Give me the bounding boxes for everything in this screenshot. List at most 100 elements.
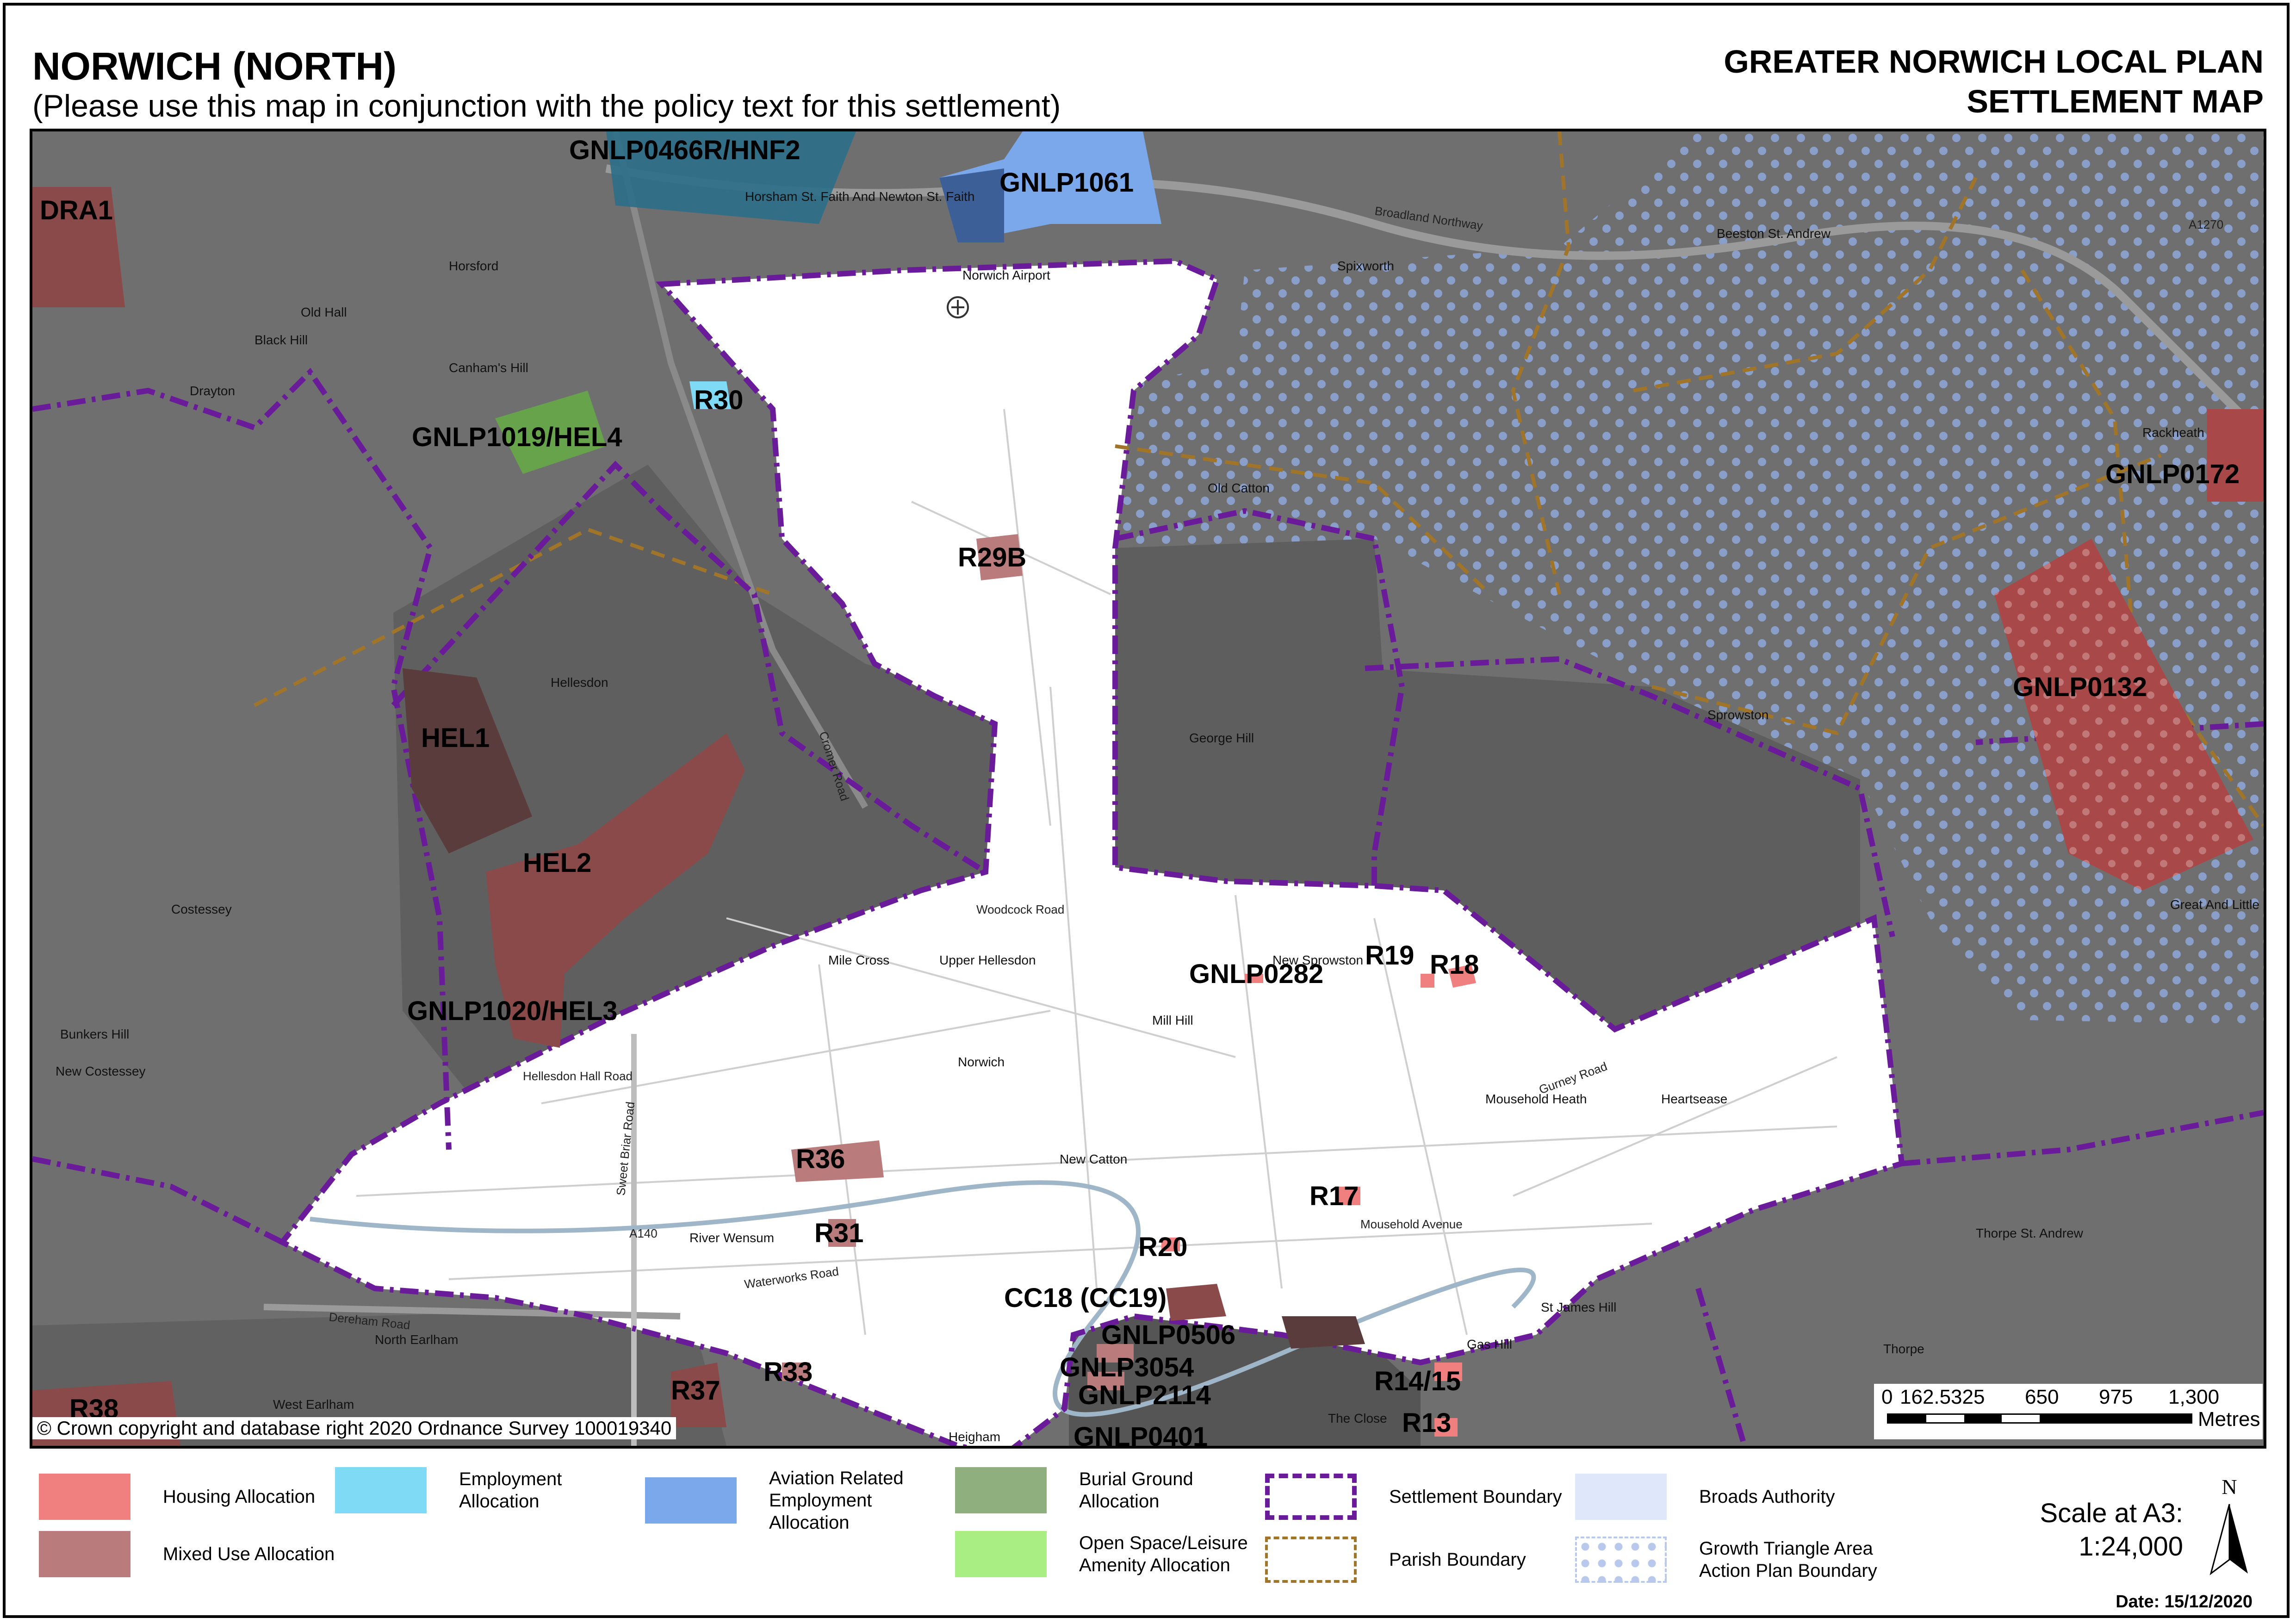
legend-swatch	[335, 1467, 427, 1513]
place-sprowston: Sprowston	[1707, 708, 1769, 722]
place-thorpe-st-andrew: Thorpe St. Andrew	[1976, 1226, 2084, 1240]
map-svg: GNLP0466R/HNF2 GNLP1061 DRA1 R30 GNLP101…	[32, 131, 2264, 1446]
label-gnlp0132: GNLP0132	[2013, 672, 2147, 702]
site-gnlp0506	[1282, 1316, 1365, 1349]
place-spixworth: Spixworth	[1337, 259, 1394, 273]
label-gnlp3054: GNLP3054	[1060, 1352, 1194, 1382]
road-hellesdon-hall-road: Hellesdon Hall Road	[523, 1069, 633, 1083]
place-heartsease: Heartsease	[1661, 1092, 1727, 1106]
legend-swatch	[1575, 1474, 1667, 1520]
legend-label: Mixed Use Allocation	[163, 1544, 335, 1564]
label-gnlp0506: GNLP0506	[1101, 1320, 1235, 1350]
label-gnlp1020: GNLP1020/HEL3	[407, 996, 618, 1026]
road-a140: A140	[629, 1226, 658, 1240]
north-letter: N	[2222, 1475, 2237, 1499]
place-old-hall: Old Hall	[301, 305, 347, 319]
place-canhams-hill: Canham's Hill	[449, 361, 528, 375]
map-canvas[interactable]: GNLP0466R/HNF2 GNLP1061 DRA1 R30 GNLP101…	[30, 129, 2266, 1449]
place-great-plumstead: Great And Little Plumstead	[2170, 897, 2264, 912]
scale-tick: 975	[2099, 1386, 2133, 1408]
road-mousehold-avenue: Mousehold Avenue	[1360, 1217, 1463, 1231]
place-horsham: Horsham St. Faith And Newton St. Faith	[745, 189, 974, 204]
label-hel1: HEL1	[421, 723, 490, 753]
map-subtitle: (Please use this map in conjunction with…	[32, 88, 1061, 124]
label-r36: R36	[796, 1144, 845, 1174]
label-r14-15: R14/15	[1374, 1366, 1461, 1396]
scale-tick: 0	[1881, 1386, 1893, 1408]
legend-swatch	[1265, 1474, 1357, 1520]
place-mile-cross: Mile Cross	[828, 953, 889, 967]
label-r30: R30	[694, 385, 743, 415]
scale-unit: Metres	[2198, 1408, 2260, 1431]
legend-swatch	[645, 1477, 737, 1524]
legend-label: Housing Allocation	[163, 1487, 316, 1507]
label-r29b: R29B	[958, 542, 1026, 572]
place-drayton: Drayton	[190, 384, 235, 398]
label-gnlp2114: GNLP2114	[1078, 1380, 1211, 1410]
legend-employment: Employment Allocation	[335, 1467, 579, 1513]
place-new-catton: New Catton	[1060, 1152, 1127, 1166]
place-upper-hellesdon: Upper Hellesdon	[939, 953, 1036, 967]
label-gnlp1019: GNLP1019/HEL4	[412, 422, 622, 452]
place-the-close: The Close	[1328, 1411, 1387, 1425]
place-bunkers-hill: Bunkers Hill	[60, 1027, 129, 1041]
legend-label: Aviation Related Employment Allocation	[769, 1468, 904, 1533]
label-gnlp0401: GNLP0401	[1074, 1422, 1208, 1446]
place-old-catton: Old Catton	[1208, 481, 1270, 495]
copyright-notice: © Crown copyright and database right 202…	[32, 1417, 676, 1439]
place-black-hill: Black Hill	[254, 333, 308, 347]
legend-swatch	[1575, 1537, 1667, 1583]
place-hellesdon: Hellesdon	[551, 675, 608, 690]
legend-housing: Housing Allocation	[39, 1474, 315, 1520]
north-arrow-icon: N	[2209, 1475, 2248, 1575]
label-gnlp1061: GNLP1061	[999, 168, 1134, 198]
label-cc18: CC18 (CC19)	[1004, 1283, 1167, 1313]
label-gnlp0466r: GNLP0466R/HNF2	[569, 135, 800, 165]
legend-label: Burial Ground Allocation	[1079, 1469, 1193, 1512]
label-r19: R19	[1365, 940, 1414, 971]
label-hel2: HEL2	[523, 848, 591, 878]
scale-line1: Scale at A3:	[2040, 1498, 2183, 1528]
place-mill-hill: Mill Hill	[1152, 1013, 1193, 1027]
place-thorpe: Thorpe	[1883, 1342, 1924, 1356]
place-st-james-hill: St James Hill	[1541, 1300, 1616, 1314]
road-woodcock-road: Woodcock Road	[976, 902, 1064, 916]
legend: Housing Allocation Mixed Use Allocation …	[30, 1458, 2266, 1618]
label-dra1: DRA1	[40, 195, 113, 225]
place-george-hill: George Hill	[1189, 731, 1254, 745]
date-label: Date: 15/12/2020	[2116, 1592, 2253, 1612]
plan-title-line1: GREATER NORWICH LOCAL PLAN	[1724, 44, 2264, 80]
scale-line2: 1:24,000	[2079, 1531, 2183, 1562]
label-r17: R17	[1309, 1181, 1359, 1211]
place-west-earlham: West Earlham	[273, 1397, 354, 1412]
legend-label: Broads Authority	[1699, 1487, 1835, 1507]
place-norwich: Norwich	[958, 1055, 1005, 1069]
site-cc18	[1166, 1284, 1226, 1321]
legend-settlement-boundary: Settlement Boundary	[1265, 1474, 1562, 1520]
scale-statement: Scale at A3: 1:24,000	[2040, 1497, 2183, 1563]
legend-mixed-use: Mixed Use Allocation	[39, 1531, 335, 1577]
legend-growth-triangle: Growth Triangle Area Action Plan Boundar…	[1575, 1537, 1893, 1583]
place-norwich-airport: Norwich Airport	[962, 268, 1050, 282]
legend-open-space: Open Space/Leisure Amenity Allocation	[955, 1531, 1255, 1577]
label-r37: R37	[671, 1375, 720, 1406]
place-river-wensum: River Wensum	[689, 1231, 774, 1245]
scale-tick: 325	[1951, 1386, 1985, 1408]
label-r18: R18	[1430, 950, 1479, 980]
legend-swatch	[39, 1531, 130, 1577]
place-costessey: Costessey	[171, 902, 232, 916]
label-gnlp0172: GNLP0172	[2105, 459, 2240, 489]
scale-bar: 0 162.5 325 650 975 1,300 Metres	[1874, 1384, 2263, 1439]
label-r20: R20	[1138, 1232, 1187, 1262]
legend-aviation: Aviation Related Employment Allocation	[645, 1467, 926, 1534]
scale-tick: 162.5	[1900, 1386, 1951, 1408]
place-mousehold-heath: Mousehold Heath	[1485, 1092, 1587, 1106]
legend-swatch	[955, 1467, 1047, 1513]
place-beeston: Beeston St. Andrew	[1717, 226, 1831, 241]
label-r33: R33	[763, 1357, 813, 1387]
legend-broads-authority: Broads Authority	[1575, 1474, 1835, 1520]
legend-label: Employment Allocation	[459, 1469, 562, 1512]
place-heigham: Heigham	[949, 1430, 1000, 1444]
place-rackheath: Rackheath	[2142, 425, 2204, 440]
plan-title-line2: SETTLEMENT MAP	[1967, 83, 2264, 119]
